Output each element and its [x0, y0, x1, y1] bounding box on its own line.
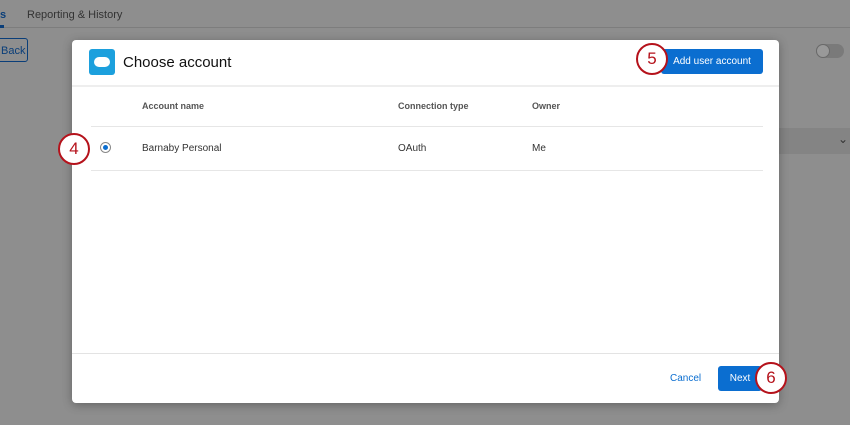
callout-4: 4 [58, 133, 90, 165]
toggle-switch[interactable] [816, 44, 844, 58]
account-radio[interactable] [100, 142, 111, 153]
top-nav: s Reporting & History [0, 0, 850, 28]
account-name: Barnaby Personal [142, 143, 222, 154]
tab-reporting-history[interactable]: Reporting & History [27, 9, 122, 21]
cancel-button[interactable]: Cancel [670, 373, 701, 384]
footer-divider [72, 353, 779, 354]
dialog-header: Choose account Add user account [72, 40, 779, 87]
column-header-connection-type: Connection type [398, 101, 469, 111]
callout-5: 5 [636, 43, 668, 75]
column-header-owner: Owner [532, 101, 561, 111]
divider [91, 126, 763, 127]
dialog-title: Choose account [123, 54, 232, 71]
toggle-knob [816, 44, 830, 58]
owner: Me [532, 143, 546, 154]
tab-underline [0, 25, 4, 28]
connection-type: OAuth [398, 143, 427, 154]
tab-active[interactable]: s [0, 9, 6, 21]
add-user-account-button[interactable]: Add user account [661, 49, 763, 74]
chevron-down-icon[interactable]: ⌄ [838, 132, 848, 146]
column-header-account-name: Account name [142, 101, 205, 111]
callout-6: 6 [755, 362, 787, 394]
back-button[interactable]: Back [0, 38, 28, 62]
divider [91, 170, 763, 171]
choose-account-dialog: Choose account Add user account Account … [72, 40, 779, 403]
salesforce-logo-icon [89, 49, 115, 75]
